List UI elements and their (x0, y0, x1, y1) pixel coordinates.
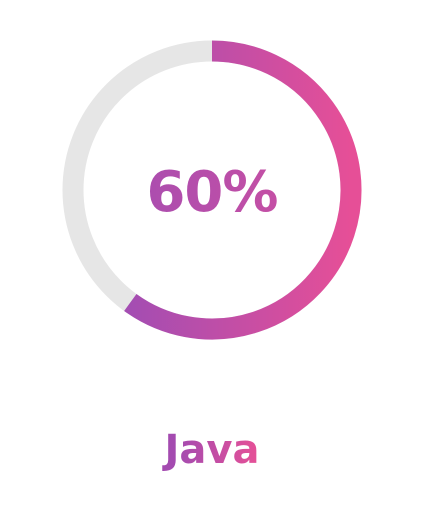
skill-name: Java (0, 426, 424, 474)
progress-ring: 60% (62, 40, 362, 340)
percent-label: 60% (62, 40, 362, 340)
skill-progress-card: 60% Java (0, 0, 424, 530)
